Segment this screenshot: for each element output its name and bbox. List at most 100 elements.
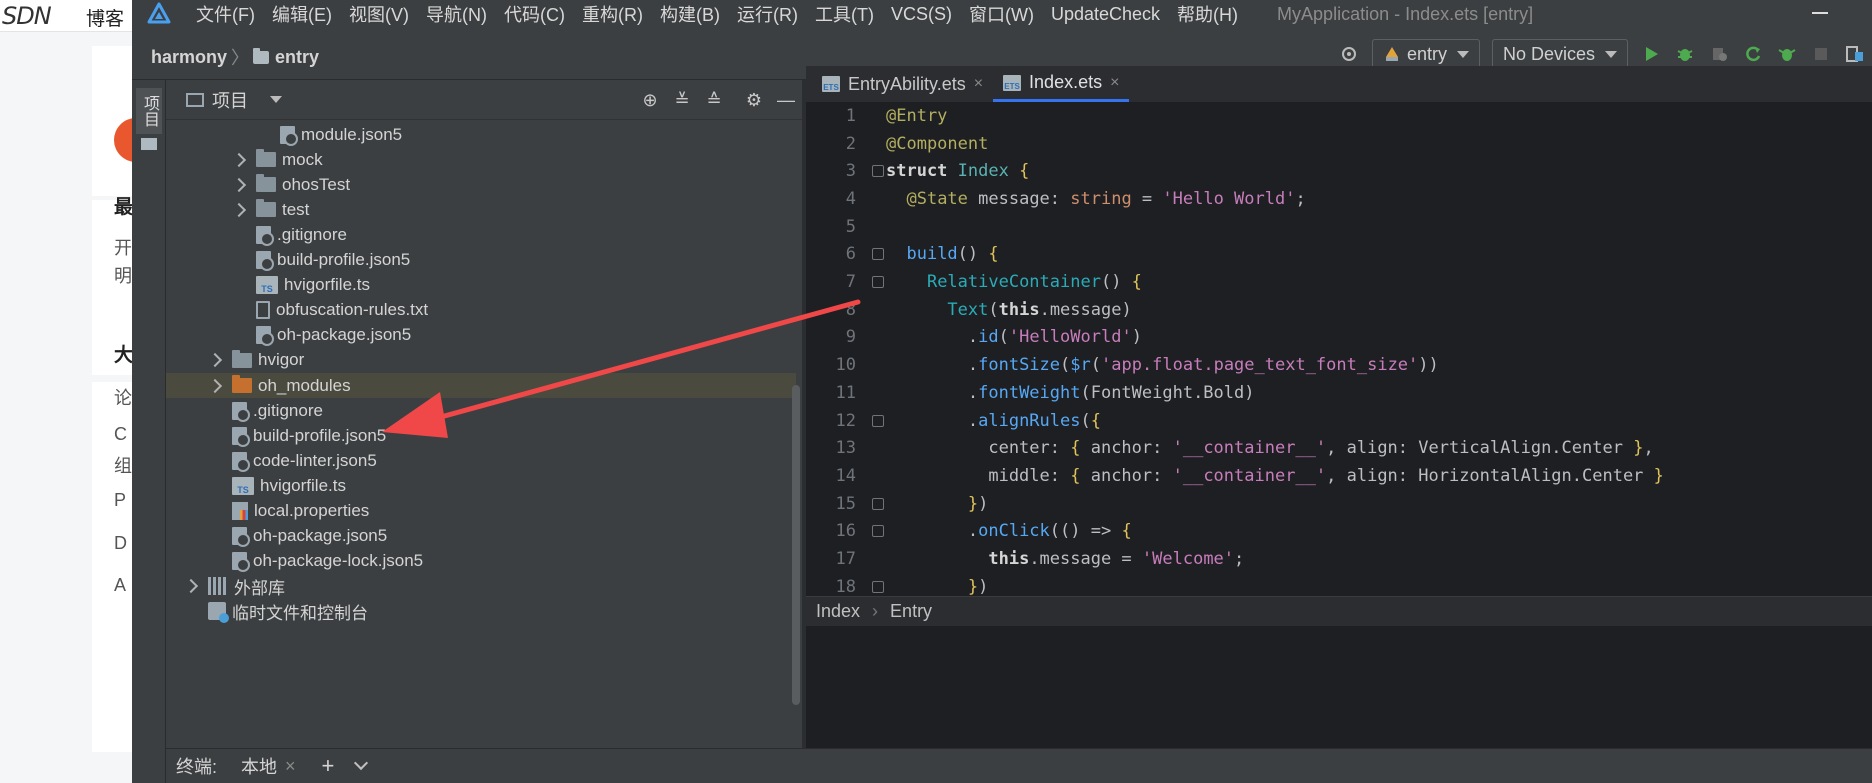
locate-file-icon[interactable]: ⊕ [640,90,660,110]
tree-item[interactable]: obfuscation-rules.txt [166,298,796,323]
tree-item[interactable]: TS hvigorfile.ts [166,273,796,298]
tree-item[interactable]: oh-package.json5 [166,323,796,348]
menu-view[interactable]: 视图(V) [349,1,409,27]
code-line[interactable]: 7 RelativeContainer() { [806,268,1872,296]
tree-item[interactable]: .gitignore [166,222,796,247]
menu-update-check[interactable]: UpdateCheck [1051,4,1160,25]
code-line[interactable]: 17 this.message = 'Welcome'; [806,545,1872,573]
tab-index[interactable]: ETS Index.ets × [993,66,1130,102]
tree-item[interactable]: local.properties [166,499,796,524]
tree-item[interactable]: 外部库 [166,574,796,599]
code-line[interactable]: 3 struct Index { [806,157,1872,185]
tree-item[interactable]: hvigor [166,348,796,373]
gear-icon[interactable]: ⚙ [744,90,764,110]
code-line[interactable]: 8 Text(this.message) [806,296,1872,324]
chevron-right-icon[interactable] [207,378,223,393]
code-area[interactable]: 1 @Entry 2 @Component 3 struct Index {4 @Stat… [806,102,1872,612]
tool-window-project-tab[interactable]: 项目 [136,88,162,134]
code-line[interactable]: 12 .alignRules({ [806,407,1872,435]
project-view-selector[interactable]: 项目 [212,87,248,113]
fold-marker-icon[interactable] [872,276,884,289]
stop-icon[interactable] [1811,44,1831,64]
attach-debugger-icon[interactable] [1777,44,1797,64]
tree-item[interactable]: test [166,197,796,222]
chevron-down-icon[interactable] [354,755,369,771]
editor-breadcrumb-symbol[interactable]: Entry [890,601,932,622]
menu-file[interactable]: 文件(F) [196,1,255,27]
breadcrumb-module[interactable]: entry [275,47,319,68]
editor-breadcrumb-file[interactable]: Index [816,601,860,622]
close-icon[interactable]: × [1110,74,1119,92]
debug-icon[interactable] [1675,44,1695,64]
app-logo-icon[interactable] [146,1,172,27]
tree-item[interactable]: module.json5 [166,122,796,147]
fold-marker-icon[interactable] [872,414,884,427]
close-icon[interactable]: × [974,75,983,93]
tree-item[interactable]: oh-package-lock.json5 [166,549,796,574]
code-line[interactable]: 13 center: { anchor: '__container__', al… [806,434,1872,462]
reload-icon[interactable] [1743,44,1763,64]
menu-run[interactable]: 运行(R) [737,1,798,27]
fold-marker-icon[interactable] [872,580,884,593]
site-logo[interactable]: SDN [2,2,52,30]
tree-item[interactable]: build-profile.json5 [166,248,796,273]
run-icon[interactable] [1641,44,1661,64]
device-dropdown[interactable]: No Devices [1491,39,1628,69]
breadcrumb-project[interactable]: harmony [151,47,227,68]
code-line[interactable]: 10 .fontSize($r('app.float.page_text_fon… [806,351,1872,379]
menu-vcs[interactable]: VCS(S) [891,4,952,25]
chevron-right-icon[interactable] [231,152,247,167]
code-line[interactable]: 1 @Entry [806,102,1872,130]
fold-marker-icon[interactable] [872,497,884,510]
tree-item[interactable]: ohosTest [166,172,796,197]
close-icon[interactable]: × [285,756,296,777]
hide-panel-icon[interactable]: — [776,90,796,110]
menu-window[interactable]: 窗口(W) [969,1,1034,27]
fold-marker-icon[interactable] [872,525,884,538]
tree-item[interactable]: build-profile.json5 [166,423,796,448]
tree-item[interactable]: .gitignore [166,398,796,423]
collapse-all-icon[interactable]: ≙ [704,90,724,110]
fold-marker-icon[interactable] [872,165,884,178]
add-terminal-icon[interactable]: + [322,753,335,779]
chevron-right-icon[interactable] [183,579,199,594]
menu-help[interactable]: 帮助(H) [1177,1,1238,27]
device-manager-icon[interactable] [1845,44,1865,64]
code-line[interactable]: 4 @State message: string = 'Hello World'… [806,185,1872,213]
code-line[interactable]: 5 [806,213,1872,241]
chevron-right-icon[interactable] [231,202,247,217]
menu-edit[interactable]: 编辑(E) [272,1,332,27]
fold-marker-icon[interactable] [872,248,884,261]
code-line[interactable]: 9 .id('HelloWorld') [806,324,1872,352]
minimize-icon[interactable] [1812,12,1828,14]
blog-nav-link[interactable]: 博客 [86,4,124,31]
tab-entryability[interactable]: ETS EntryAbility.ets × [812,66,993,102]
tree-item[interactable]: oh_modules [166,373,796,398]
scrollbar[interactable] [792,385,800,705]
run-config-dropdown[interactable]: entry [1371,39,1480,69]
tree-item[interactable]: 临时文件和控制台 [166,599,796,624]
code-line[interactable]: 6 build() { [806,241,1872,269]
terminal-tab-local[interactable]: 本地 [241,753,277,779]
tree-item[interactable]: code-linter.json5 [166,448,796,473]
tree-item[interactable]: TS hvigorfile.ts [166,473,796,498]
target-icon[interactable] [1339,44,1359,64]
chevron-right-icon[interactable] [231,177,247,192]
tree-item[interactable]: mock [166,147,796,172]
code-line[interactable]: 16 .onClick(() => { [806,518,1872,546]
code-line[interactable]: 11 .fontWeight(FontWeight.Bold) [806,379,1872,407]
code-line[interactable]: 14 middle: { anchor: '__container__', al… [806,462,1872,490]
folder-icon[interactable] [141,138,157,150]
expand-all-icon[interactable]: ≚ [672,90,692,110]
menu-navigate[interactable]: 导航(N) [426,1,487,27]
menu-build[interactable]: 构建(B) [660,1,720,27]
code-line[interactable]: 15 }) [806,490,1872,518]
tree-item[interactable]: oh-package.json5 [166,524,796,549]
chevron-right-icon[interactable] [207,353,223,368]
menu-tools[interactable]: 工具(T) [815,1,874,27]
menu-code[interactable]: 代码(C) [504,1,565,27]
profile-icon[interactable] [1709,44,1729,64]
chevron-down-icon[interactable] [270,96,282,103]
code-line[interactable]: 2 @Component [806,130,1872,158]
menu-refactor[interactable]: 重构(R) [582,1,643,27]
